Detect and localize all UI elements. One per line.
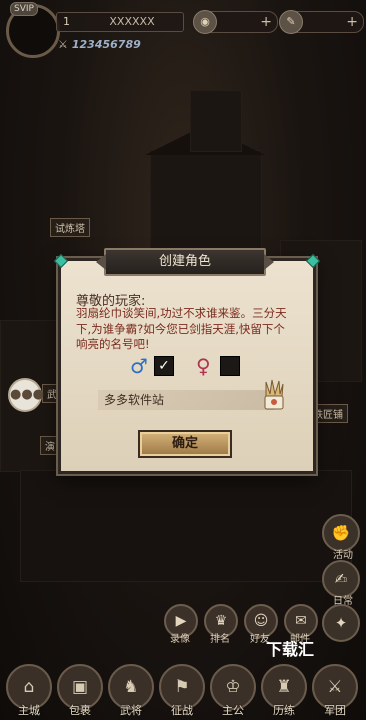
- chat-button[interactable]: ●●●: [8, 378, 45, 412]
- nav-label: 历练: [273, 704, 295, 717]
- random-name-button[interactable]: [262, 378, 286, 412]
- random-dice-icon: [264, 379, 284, 410]
- resource-food: ✎ +: [279, 10, 364, 34]
- nav-label: 征战: [171, 704, 193, 717]
- video-icon: ▶: [175, 613, 187, 629]
- nav-main-city[interactable]: ⌂ 主城: [6, 664, 52, 717]
- food-icon: ✎: [279, 10, 303, 34]
- male-icon: ♂: [130, 354, 148, 378]
- chat-icon: ●●●: [10, 387, 45, 402]
- map-label-tower[interactable]: 试炼塔: [50, 218, 90, 237]
- female-checkbox[interactable]: [220, 356, 240, 376]
- dialog-description: 羽扇纶巾谈笑间,功过不求谁来鉴。三分天下,为谁争霸?如今您已剑指天涯,快留下个响…: [76, 306, 287, 351]
- resource-coin: ◉ +: [193, 10, 278, 34]
- trophy-icon: ♛: [214, 613, 228, 629]
- add-coin-button[interactable]: +: [260, 12, 272, 32]
- player-name: XXXXXX: [109, 15, 155, 28]
- mail-icon: ✉: [295, 613, 307, 629]
- female-icon: ♀: [196, 354, 211, 378]
- map-label-arena[interactable]: 演: [40, 436, 60, 455]
- coin-icon: ◉: [193, 10, 217, 34]
- vip-badge: SVIP: [10, 2, 38, 16]
- nav-legion[interactable]: ⚔ 军团: [312, 664, 358, 717]
- player-name-bar: 1 XXXXXX: [56, 12, 184, 32]
- activity-label: 活动: [333, 550, 353, 561]
- nav-battle[interactable]: ⚑ 征战: [159, 664, 205, 717]
- male-checkbox[interactable]: ✓: [154, 356, 174, 376]
- friends-icon: ☺: [253, 613, 269, 629]
- player-level: 1: [63, 15, 70, 28]
- nav-lord[interactable]: ♔ 主公: [210, 664, 256, 717]
- crossed-swords-icon: ⚔: [58, 38, 68, 51]
- star-icon: ✦: [334, 614, 348, 632]
- add-food-button[interactable]: +: [346, 12, 358, 32]
- nav-label: 武将: [120, 704, 142, 717]
- combat-power: ⚔ 123456789: [58, 38, 141, 51]
- scroll-icon: ✍: [334, 570, 348, 588]
- mid-label-ranking: 排名: [210, 634, 230, 645]
- nav-generals[interactable]: ♞ 武将: [108, 664, 154, 717]
- nav-training[interactable]: ♜ 历练: [261, 664, 307, 717]
- more-button[interactable]: ✦: [322, 604, 360, 642]
- dialog-title: 创建角色: [96, 248, 274, 276]
- power-value: 123456789: [71, 38, 141, 51]
- confirm-button[interactable]: 确定: [138, 430, 232, 458]
- fist-icon: ✊: [331, 524, 351, 542]
- nav-bag[interactable]: ▣ 包裹: [57, 664, 103, 717]
- male-option[interactable]: ♂ ✓: [130, 354, 176, 378]
- nav-label: 主城: [18, 704, 40, 717]
- nav-label: 主公: [222, 704, 244, 717]
- nav-label: 军团: [324, 704, 346, 717]
- character-name-input[interactable]: [98, 390, 274, 410]
- female-option[interactable]: ♀: [196, 354, 242, 378]
- mid-label-video: 录像: [170, 634, 190, 645]
- watermark-text: 下载汇: [266, 640, 315, 659]
- nav-label: 包裹: [69, 704, 91, 717]
